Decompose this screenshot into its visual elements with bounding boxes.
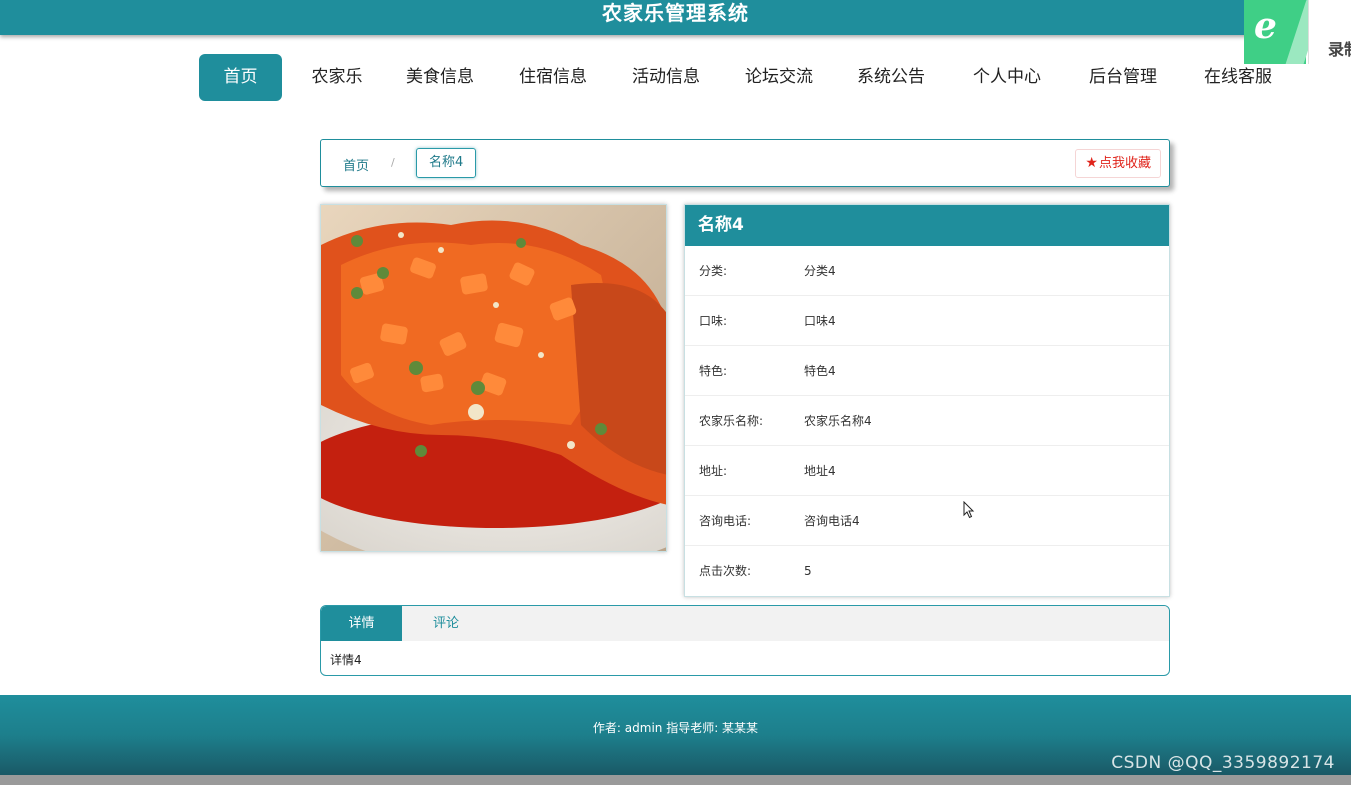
recorder-logo: e 录制 (1244, 0, 1351, 64)
detail-value: 农家乐名称4 (804, 414, 872, 428)
breadcrumb: 首页 / 名称4 ★点我收藏 (320, 139, 1170, 187)
e-logo-icon: e (1254, 5, 1277, 47)
detail-row: 特色: 特色4 (685, 346, 1169, 396)
tab-details[interactable]: 详情 (321, 606, 402, 641)
detail-key: 咨询电话: (699, 514, 752, 528)
detail-key: 特色: (699, 364, 728, 378)
nav-item-food[interactable]: 美食信息 (394, 54, 486, 101)
footer-text: 作者: admin 指导老师: 某某某 (592, 721, 759, 735)
recorder-label: 录制 (1328, 40, 1351, 59)
tab-bar: 详情 评论 (321, 606, 1169, 641)
detail-value: 5 (804, 564, 812, 578)
favorite-button[interactable]: ★点我收藏 (1075, 149, 1161, 178)
nav-item-profile[interactable]: 个人中心 (961, 54, 1053, 101)
footer: 作者: admin 指导老师: 某某某 CSDN @QQ_3359892174 (0, 695, 1351, 775)
detail-key: 地址: (699, 464, 728, 478)
bottom-strip (0, 775, 1351, 785)
breadcrumb-current[interactable]: 名称4 (416, 148, 477, 178)
main-nav: 首页 农家乐 美食信息 住宿信息 活动信息 论坛交流 系统公告 个人中心 后台管… (0, 54, 1351, 101)
breadcrumb-home-link[interactable]: 首页 (343, 155, 369, 174)
detail-tabs: 详情 评论 详情4 (320, 605, 1170, 676)
tab-content: 详情4 (330, 653, 362, 667)
nav-item-admin[interactable]: 后台管理 (1077, 54, 1169, 101)
nav-item-activities[interactable]: 活动信息 (620, 54, 712, 101)
detail-value: 地址4 (804, 464, 836, 478)
nav-item-home[interactable]: 首页 (199, 54, 282, 101)
food-image (321, 205, 666, 551)
detail-key: 点击次数: (699, 564, 752, 578)
detail-row: 口味: 口味4 (685, 296, 1169, 346)
favorite-button-label: 点我收藏 (1098, 156, 1151, 171)
star-icon: ★ (1085, 155, 1098, 171)
nav-item-notices[interactable]: 系统公告 (845, 54, 937, 101)
detail-row: 咨询电话: 咨询电话4 (685, 496, 1169, 546)
detail-row: 分类: 分类4 (685, 246, 1169, 296)
detail-key: 农家乐名称: (699, 414, 764, 428)
mouse-cursor-icon (963, 501, 975, 519)
tab-comments[interactable]: 评论 (402, 606, 490, 641)
watermark: CSDN @QQ_3359892174 (1111, 753, 1335, 773)
nav-item-forum[interactable]: 论坛交流 (733, 54, 825, 101)
detail-value: 口味4 (804, 314, 836, 328)
header-bar: 农家乐管理系统 (0, 0, 1351, 35)
site-title: 农家乐管理系统 (602, 1, 749, 25)
detail-value: 咨询电话4 (804, 514, 860, 528)
detail-row: 点击次数: 5 (685, 546, 1169, 596)
breadcrumb-separator: / (391, 156, 395, 169)
detail-panel: 名称4 分类: 分类4 口味: 口味4 特色: 特色4 农家乐名称: 农家乐名称… (684, 204, 1170, 597)
detail-value: 分类4 (804, 264, 836, 278)
nav-item-farmstay[interactable]: 农家乐 (297, 54, 377, 101)
detail-key: 分类: (699, 264, 728, 278)
detail-value: 特色4 (804, 364, 836, 378)
food-photo (320, 204, 667, 552)
nav-item-lodging[interactable]: 住宿信息 (507, 54, 599, 101)
detail-key: 口味: (699, 314, 728, 328)
detail-row: 农家乐名称: 农家乐名称4 (685, 396, 1169, 446)
detail-title: 名称4 (685, 205, 1169, 246)
detail-row: 地址: 地址4 (685, 446, 1169, 496)
